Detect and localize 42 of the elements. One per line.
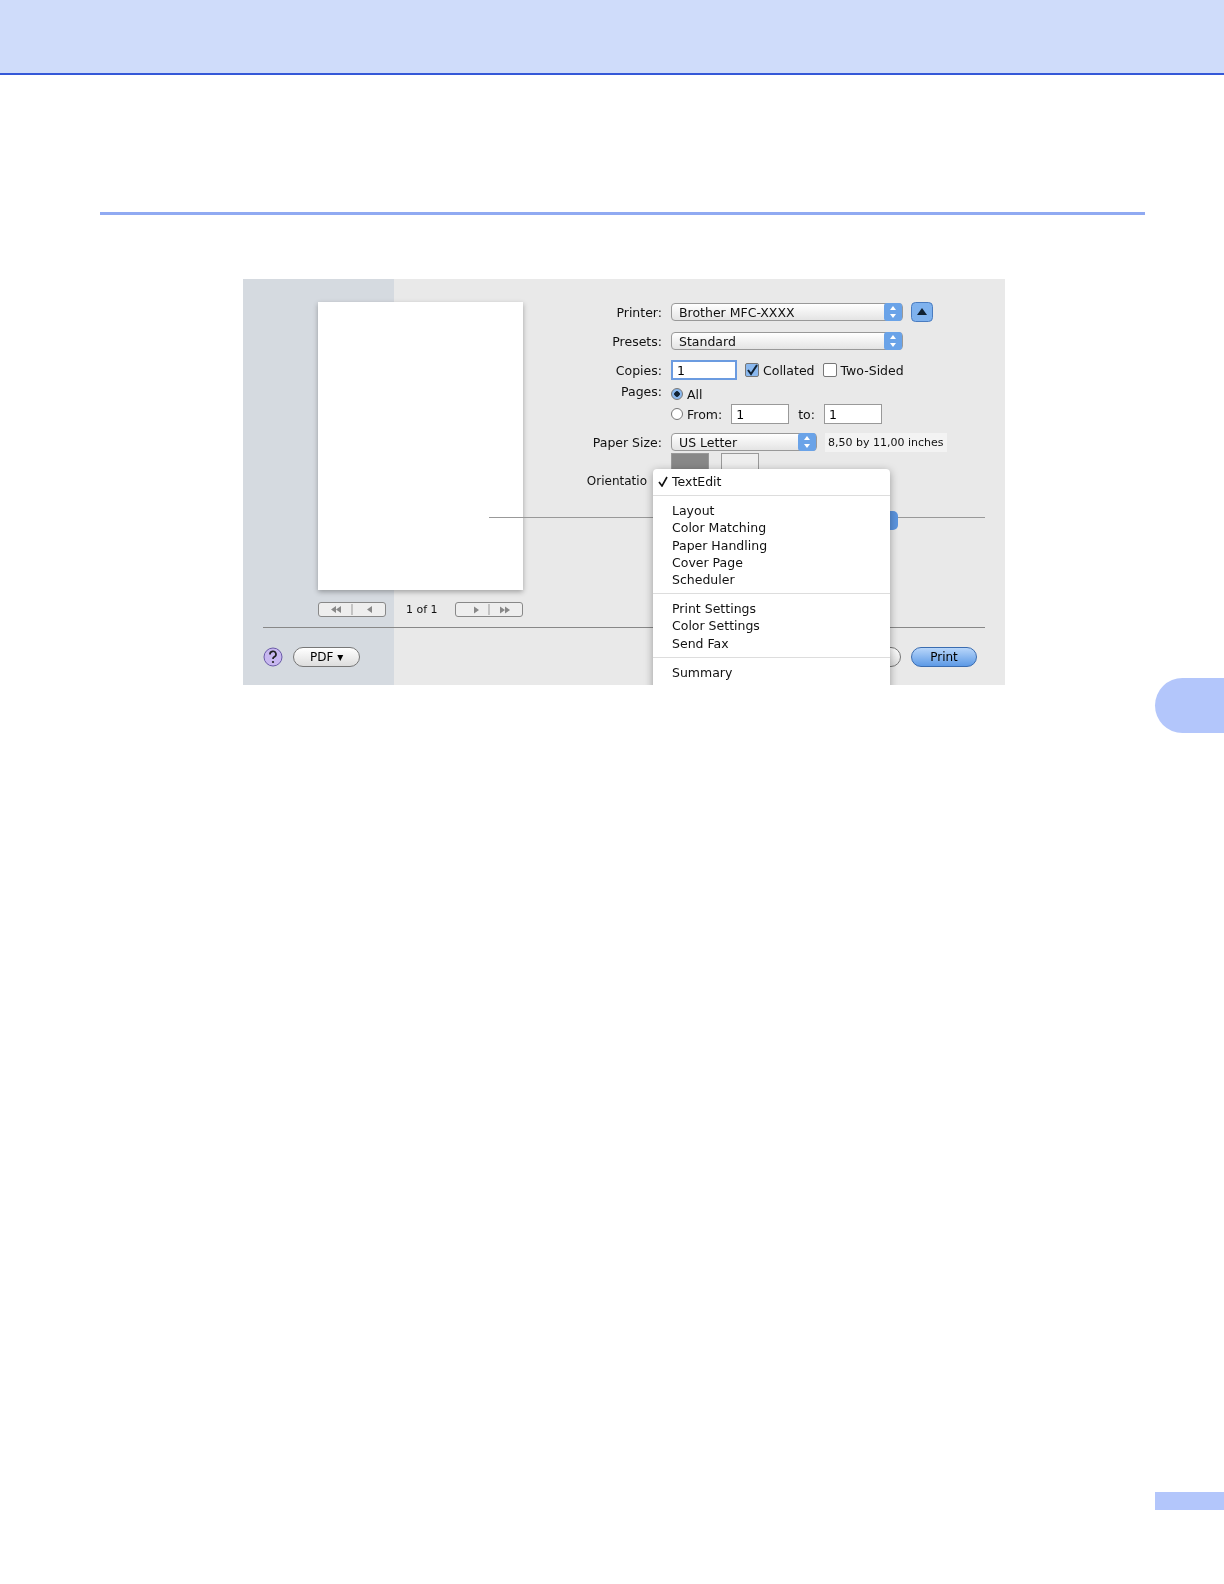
- menu-item[interactable]: Summary: [653, 663, 890, 681]
- stepper-arrows-icon: [798, 433, 816, 451]
- menu-item[interactable]: TextEdit: [653, 473, 890, 491]
- radio-label: All: [687, 386, 703, 402]
- menu-item[interactable]: Cover Page: [653, 553, 890, 571]
- presets-popup[interactable]: Standard: [671, 332, 903, 350]
- checkbox-label: Two-Sided: [840, 362, 904, 378]
- menu-item[interactable]: Color Matching: [653, 519, 890, 537]
- field-label: to:: [798, 406, 815, 422]
- next-last-buttons[interactable]: [455, 602, 523, 617]
- paper-dimensions: 8,50 by 11,00 inches: [825, 432, 947, 452]
- menu-item[interactable]: Print Settings: [653, 600, 890, 618]
- two-sided-checkbox[interactable]: [822, 363, 837, 377]
- menu-item[interactable]: Send Fax: [653, 634, 890, 652]
- menu-item[interactable]: Layout: [653, 502, 890, 520]
- help-icon[interactable]: [263, 646, 283, 667]
- collated-checkbox[interactable]: [745, 363, 759, 377]
- collapse-button[interactable]: [911, 302, 933, 322]
- field-label: Printer:: [615, 304, 662, 320]
- menu-item[interactable]: Scheduler: [653, 570, 890, 589]
- page-indicator: 1 of 1: [406, 603, 439, 616]
- pdf-button[interactable]: PDF ▾: [293, 646, 361, 667]
- copies-field[interactable]: 1: [671, 360, 737, 380]
- menu-item[interactable]: Paper Handling: [653, 536, 890, 554]
- stepper-arrows-icon: [884, 332, 902, 350]
- radio-label: From:: [687, 406, 723, 422]
- radio-button[interactable]: [671, 408, 683, 420]
- printer-popup[interactable]: Brother MFC-XXXX: [671, 303, 903, 321]
- field-label: Paper Size:: [591, 434, 662, 450]
- from-field[interactable]: 1: [731, 404, 790, 424]
- first-previous-buttons[interactable]: [318, 602, 386, 617]
- field-label: Pages:: [620, 384, 662, 399]
- radio-button[interactable]: [671, 388, 683, 400]
- print-button[interactable]: Print: [911, 646, 977, 667]
- checkbox-label: Collated: [763, 362, 815, 378]
- to-field[interactable]: 1: [823, 404, 882, 424]
- field-label: Presets:: [611, 333, 662, 349]
- field-label: Orientatio: [585, 474, 647, 488]
- stepper-arrows-icon: [884, 303, 902, 321]
- paper-size-popup[interactable]: US Letter: [671, 433, 817, 451]
- menu-item[interactable]: Color Settings: [653, 617, 890, 635]
- field-label: Copies:: [614, 362, 662, 378]
